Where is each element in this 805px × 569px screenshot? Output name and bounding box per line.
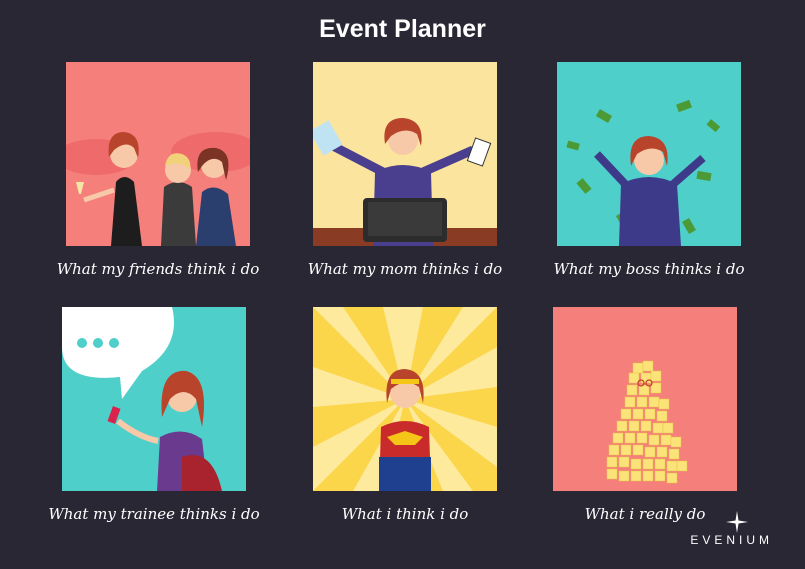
caption-mom: What my mom thinks i do — [307, 260, 503, 278]
brand-logo: EVENIUM — [690, 533, 773, 547]
panel-trainee — [62, 307, 246, 491]
panel-think — [313, 307, 497, 491]
panel-really — [553, 307, 737, 491]
caption-think: What i think i do — [341, 505, 469, 523]
caption-trainee: What my trainee thinks i do — [48, 505, 260, 523]
caption-friends: What my friends think i do — [56, 260, 260, 278]
panel-boss — [557, 62, 741, 246]
brand-star-icon — [726, 511, 748, 533]
caption-boss: What my boss thinks i do — [553, 260, 745, 278]
panel-friends — [66, 62, 250, 246]
panel-mom — [313, 62, 497, 246]
page-title: Event Planner — [319, 15, 486, 43]
